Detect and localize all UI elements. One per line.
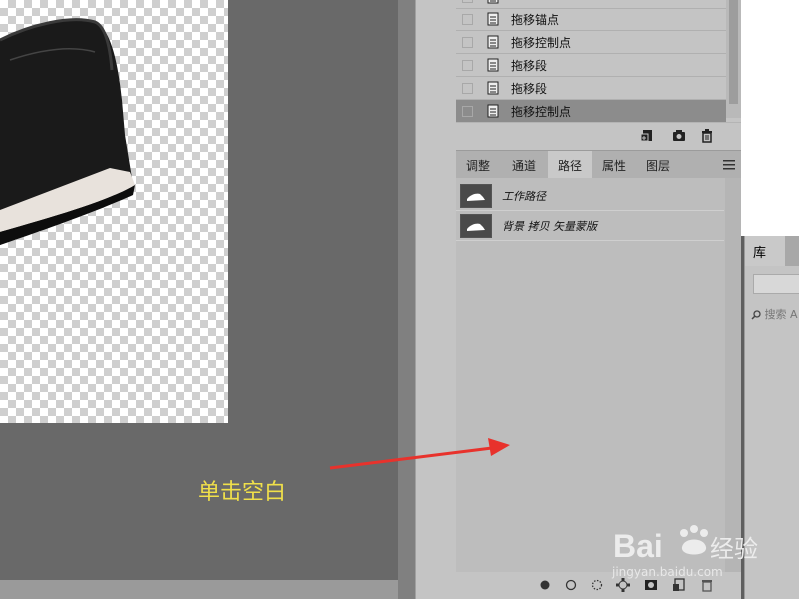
- tab-label: 属性: [601, 158, 626, 173]
- empty-dock-area: [741, 0, 799, 236]
- collapsed-panel-dock: [415, 0, 456, 599]
- document-icon: [487, 0, 499, 4]
- history-state-label: 拖移控制点: [511, 35, 572, 50]
- history-state-row[interactable]: 拖移段: [456, 77, 726, 100]
- path-thumbnail: [460, 184, 492, 208]
- canvas-vertical-scroll-gutter[interactable]: [398, 0, 415, 599]
- paths-scrollbar[interactable]: [725, 178, 741, 572]
- history-brush-source-checkbox[interactable]: [462, 0, 473, 3]
- new-document-from-state-icon[interactable]: [640, 129, 654, 143]
- path-name: 背景 拷贝 矢量蒙版: [502, 220, 597, 233]
- history-state-row-active[interactable]: 拖移控制点: [456, 100, 726, 123]
- document-icon: [487, 12, 499, 26]
- history-state-row[interactable]: 拖移控制点: [456, 31, 726, 54]
- tab-layers[interactable]: 图层: [636, 151, 680, 179]
- document-icon: [487, 104, 499, 118]
- canvas-status-strip: [0, 580, 415, 599]
- fill-path-icon[interactable]: [538, 578, 552, 592]
- panel-tab-bar: 调整 通道 路径 属性 图层: [456, 150, 741, 179]
- history-brush-source-checkbox[interactable]: [462, 59, 473, 71]
- history-state-row[interactable]: 拖移段: [456, 54, 726, 77]
- document-icon: [487, 35, 499, 49]
- history-state-label: 拖移控制点: [511, 104, 572, 119]
- library-tab-strip: [785, 236, 799, 266]
- history-brush-source-checkbox[interactable]: [462, 13, 473, 25]
- trash-icon[interactable]: [700, 129, 714, 143]
- svg-text:Bai: Bai: [613, 528, 663, 564]
- tab-channels[interactable]: 通道: [502, 151, 546, 179]
- tab-label: 路径: [557, 158, 582, 173]
- stroke-path-icon[interactable]: [564, 578, 578, 592]
- annotation-label: 单击空白: [198, 480, 287, 505]
- document-icon: [487, 81, 499, 95]
- history-state-label: 拖移段: [511, 81, 548, 96]
- path-name: 工作路径: [502, 190, 546, 203]
- history-brush-source-checkbox[interactable]: [462, 36, 473, 48]
- history-toolbar: [456, 122, 741, 151]
- document-canvas[interactable]: [0, 0, 228, 423]
- path-row[interactable]: 工作路径: [456, 182, 724, 211]
- tab-label: 图层: [645, 158, 670, 173]
- tab-library[interactable]: 库: [745, 236, 785, 266]
- tab-properties[interactable]: 属性: [592, 151, 636, 179]
- history-scrollbar-thumb[interactable]: [729, 0, 738, 104]
- history-brush-source-checkbox[interactable]: [462, 82, 473, 94]
- watermark-url: jingyan.baidu.com: [612, 565, 723, 579]
- tab-label: 调整: [465, 158, 490, 173]
- panel-menu-icon[interactable]: [723, 160, 735, 170]
- svg-text:经验: 经验: [710, 535, 758, 563]
- paths-panel[interactable]: 工作路径 背景 拷贝 矢量蒙版: [456, 178, 741, 572]
- search-icon: [751, 310, 761, 320]
- library-search-input[interactable]: 搜索 A: [751, 306, 798, 322]
- history-brush-source-checkbox[interactable]: [462, 105, 473, 117]
- search-placeholder: 搜索 A: [764, 308, 798, 321]
- library-select[interactable]: [753, 274, 799, 294]
- history-state-row[interactable]: 拖移锚点: [456, 8, 726, 31]
- path-row[interactable]: 背景 拷贝 矢量蒙版: [456, 212, 724, 241]
- tab-adjustments[interactable]: 调整: [456, 151, 500, 179]
- document-icon: [487, 58, 499, 72]
- tab-label: 通道: [511, 158, 536, 173]
- tab-label: 库: [753, 245, 767, 261]
- history-state-label: 拖移段: [511, 58, 548, 73]
- tab-paths[interactable]: 路径: [548, 151, 592, 179]
- history-state-label: 拖移锚点: [511, 12, 560, 27]
- shoe-image: [0, 18, 135, 245]
- path-thumbnail: [460, 214, 492, 238]
- load-as-selection-icon[interactable]: [590, 578, 604, 592]
- camera-snapshot-icon[interactable]: [672, 129, 686, 143]
